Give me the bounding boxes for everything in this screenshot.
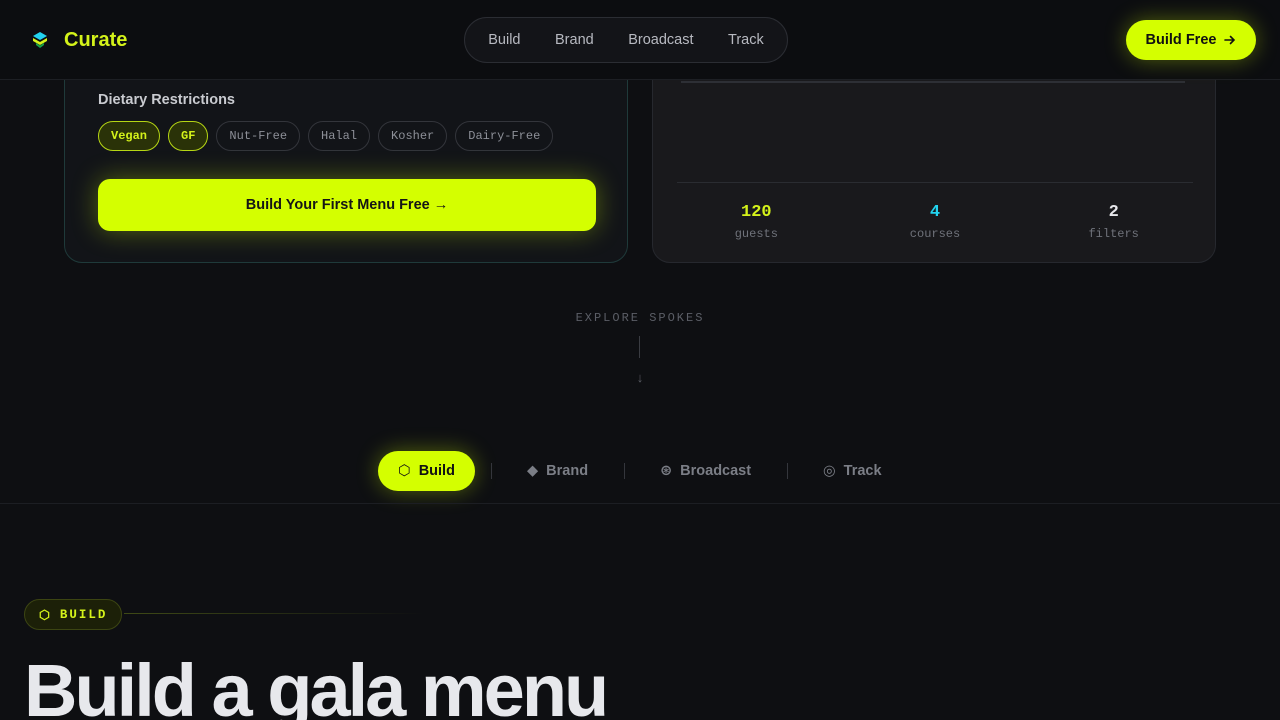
- spoke-tab-label: Build: [418, 463, 455, 479]
- preview-stats: 120 guests 4 courses 2 filters: [667, 203, 1203, 241]
- chip-kosher[interactable]: Kosher: [378, 121, 448, 151]
- target-icon: ◎: [823, 463, 836, 479]
- spoke-separator: [491, 463, 492, 479]
- section-badge: ⬡ BUILD: [24, 599, 123, 630]
- chip-nut-free[interactable]: Nut-Free: [216, 121, 301, 151]
- chip-dairy-free[interactable]: Dairy-Free: [455, 121, 554, 151]
- hexagon-icon: ⬡: [398, 463, 411, 479]
- chip-vegan[interactable]: Vegan: [98, 121, 161, 151]
- section-rule: [124, 613, 424, 614]
- nav-track[interactable]: Track: [728, 32, 764, 48]
- spoke-tab-build[interactable]: ⬡ Build: [378, 451, 475, 491]
- nav-broadcast[interactable]: Broadcast: [628, 32, 693, 48]
- stat-label: courses: [909, 227, 961, 241]
- stat-value: 2: [1108, 203, 1119, 222]
- hexagon-icon: ⬡: [39, 608, 52, 623]
- spoke-tab-brand[interactable]: ◆ Brand: [527, 451, 588, 491]
- explore-connector-line: [639, 336, 640, 358]
- diamond-icon: ◆: [527, 463, 539, 479]
- spoke-tab-label: Broadcast: [680, 463, 752, 479]
- spoke-tab-label: Brand: [546, 463, 589, 479]
- brand-link[interactable]: Curate: [28, 27, 127, 53]
- spoke-tab-label: Track: [843, 463, 882, 479]
- dietary-chips: Vegan GF Nut-Free Halal Kosher Dairy-Fre…: [98, 121, 554, 151]
- top-navbar: Curate Build Brand Broadcast Track Build…: [0, 0, 1280, 80]
- arrow-down-icon[interactable]: ↓: [633, 370, 647, 385]
- spokes-divider: [0, 503, 1280, 504]
- spoke-tab-track[interactable]: ◎ Track: [823, 451, 882, 491]
- spoke-separator: [624, 463, 625, 479]
- chip-halal[interactable]: Halal: [308, 121, 371, 151]
- main-nav: Build Brand Broadcast Track: [464, 17, 788, 63]
- section-badge-label: BUILD: [59, 607, 108, 622]
- chip-gf[interactable]: GF: [168, 121, 209, 151]
- build-free-button[interactable]: Build Free: [1126, 20, 1256, 60]
- build-free-label: Build Free: [1145, 32, 1217, 48]
- curate-logo-icon: [33, 32, 47, 48]
- nav-brand[interactable]: Brand: [555, 32, 594, 48]
- spoke-tab-broadcast[interactable]: ⊛ Broadcast: [660, 451, 751, 491]
- section-headline: Build a gala menu: [24, 649, 609, 720]
- nav-build[interactable]: Build: [488, 32, 520, 48]
- stat-label: guests: [734, 227, 778, 241]
- stat-value: 4: [929, 203, 941, 222]
- broadcast-icon: ⊛: [660, 463, 673, 479]
- build-first-menu-button[interactable]: Build Your First Menu Free →: [98, 179, 596, 231]
- stat-label: filters: [1088, 227, 1139, 241]
- dietary-restrictions-title: Dietary Restrictions: [98, 92, 235, 108]
- preview-divider-top: [681, 81, 1185, 83]
- stat-courses: 4 courses: [846, 203, 1025, 241]
- spoke-separator: [787, 463, 788, 479]
- preview-divider: [677, 182, 1193, 183]
- arrow-right-icon: [1224, 35, 1236, 45]
- brand-name: Curate: [64, 28, 128, 51]
- stat-filters: 2 filters: [1024, 203, 1203, 241]
- stat-value: 120: [741, 203, 772, 222]
- stat-guests: 120 guests: [667, 203, 846, 241]
- explore-spokes-label: EXPLORE SPOKES: [575, 311, 705, 325]
